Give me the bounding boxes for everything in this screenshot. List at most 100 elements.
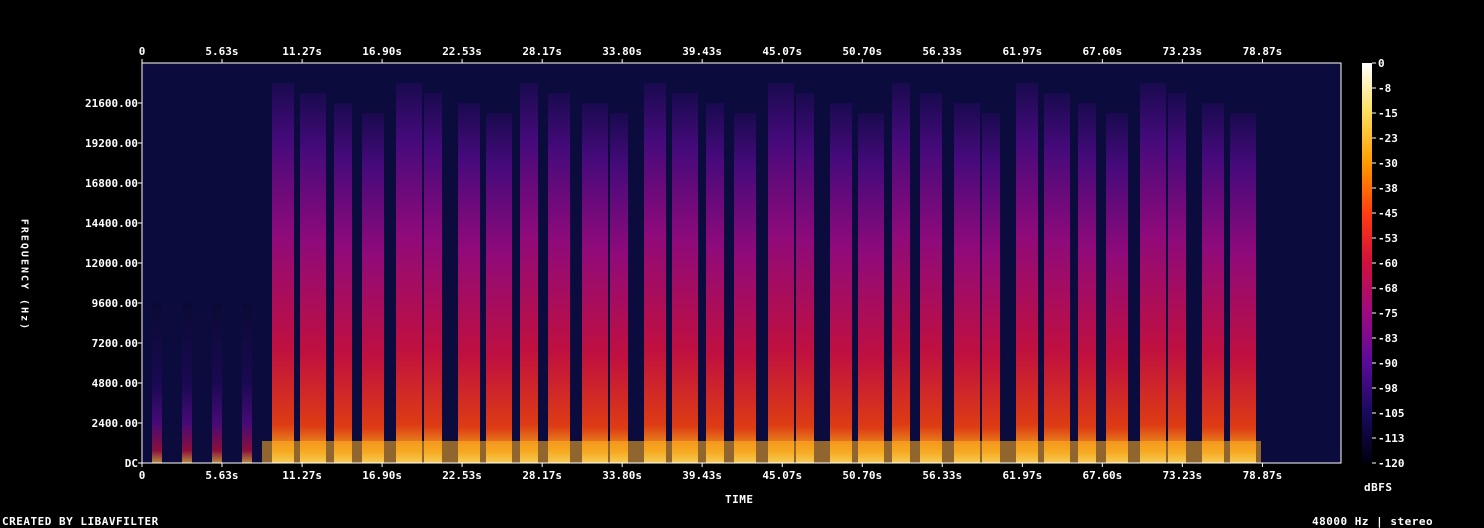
colorbar-tick-label: -23 xyxy=(1378,132,1398,145)
heat-band xyxy=(152,303,162,463)
y-axis-label: FREQUENCY (Hz) xyxy=(18,218,30,332)
heat-band xyxy=(424,93,442,463)
heat-band xyxy=(242,303,252,463)
y-tick-label: 7200.00 xyxy=(92,337,138,350)
x-tick-label-bottom: 0 xyxy=(139,469,146,482)
footer-sample-rate: 48000 Hz | stereo xyxy=(1312,515,1434,528)
heat-band xyxy=(1078,103,1096,463)
heat-band xyxy=(182,303,192,463)
x-tick-label-top: 56.33s xyxy=(922,45,962,58)
heat-band xyxy=(892,83,910,463)
y-tick-label: DC xyxy=(125,457,138,470)
x-tick-label-top: 22.53s xyxy=(442,45,482,58)
x-tick-label-top: 50.70s xyxy=(842,45,882,58)
heat-band xyxy=(520,83,538,463)
colorbar-tick-label: -45 xyxy=(1378,207,1398,220)
x-axis-label: TIME xyxy=(725,493,754,506)
low-frequency-band xyxy=(262,441,1261,463)
y-tick-label: 12000.00 xyxy=(85,257,138,270)
x-ticks-bottom: 0 5.63s 11.27s 16.90s 22.53s 28.17s 33.80s 39.4… xyxy=(139,463,1282,482)
heat-band xyxy=(334,103,352,463)
x-tick-label-bottom: 45.07s xyxy=(762,469,802,482)
x-tick-label-top: 28.17s xyxy=(522,45,562,58)
x-tick-label-top: 67.60s xyxy=(1082,45,1122,58)
heat-band xyxy=(582,103,608,463)
heat-band xyxy=(1202,103,1224,463)
colorbar-tick-label: -68 xyxy=(1378,282,1398,295)
heat-band xyxy=(796,93,814,463)
colorbar-ticks: 0 -8 -15 -23 -30 -38 -45 -53 -60 -68 -75 -83 -90 -98 -… xyxy=(1372,57,1405,470)
y-ticks: DC 2400.00 4800.00 7200.00 9600.00 12000.00 14… xyxy=(85,97,142,470)
heat-band xyxy=(1016,83,1038,463)
x-tick-label-bottom: 28.17s xyxy=(522,469,562,482)
heat-band xyxy=(858,113,884,463)
colorbar-tick-label: -105 xyxy=(1378,407,1405,420)
x-tick-label-bottom: 61.97s xyxy=(1002,469,1042,482)
colorbar-tick-label: -75 xyxy=(1378,307,1398,320)
colorbar-unit-label: dBFS xyxy=(1364,481,1393,494)
heat-band xyxy=(706,103,724,463)
x-tick-label-bottom: 11.27s xyxy=(282,469,322,482)
heat-band xyxy=(300,93,326,463)
heat-band xyxy=(396,83,422,463)
heat-band xyxy=(768,83,794,463)
heat-band xyxy=(982,113,1000,463)
heat-band xyxy=(362,113,384,463)
y-tick-label: 2400.00 xyxy=(92,417,138,430)
colorbar-tick-label: -60 xyxy=(1378,257,1398,270)
x-tick-label-top: 45.07s xyxy=(762,45,802,58)
colorbar-tick-label: -53 xyxy=(1378,232,1398,245)
footer-credit: CREATED BY LIBAVFILTER xyxy=(2,515,159,528)
heat-band xyxy=(1168,93,1186,463)
x-tick-label-bottom: 39.43s xyxy=(682,469,722,482)
heat-band xyxy=(734,113,756,463)
colorbar xyxy=(1362,63,1372,463)
heat-band xyxy=(1140,83,1166,463)
heat-band xyxy=(1044,93,1070,463)
colorbar-tick-label: -90 xyxy=(1378,357,1398,370)
x-tick-label-bottom: 33.80s xyxy=(602,469,642,482)
colorbar-tick-label: -113 xyxy=(1378,432,1405,445)
spectrogram-chart: 0 5.63s 11.27s 16.90s 22.53s 28.17s 33.80s 39.4… xyxy=(85,45,1405,482)
colorbar-tick-label: -120 xyxy=(1378,457,1405,470)
heat-band xyxy=(548,93,570,463)
colorbar-tick-label: -83 xyxy=(1378,332,1398,345)
x-tick-label-top: 0 xyxy=(139,45,146,58)
spectrogram-heat xyxy=(152,83,1261,463)
heat-band xyxy=(610,113,628,463)
x-tick-label-top: 61.97s xyxy=(1002,45,1042,58)
colorbar-tick-label: -98 xyxy=(1378,382,1398,395)
colorbar-tick-label: -15 xyxy=(1378,107,1398,120)
heat-band xyxy=(212,303,222,463)
heat-band xyxy=(672,93,698,463)
x-tick-label-bottom: 16.90s xyxy=(362,469,402,482)
x-tick-label-bottom: 22.53s xyxy=(442,469,482,482)
x-tick-label-top: 39.43s xyxy=(682,45,722,58)
heat-band xyxy=(272,83,294,463)
x-tick-label-bottom: 67.60s xyxy=(1082,469,1122,482)
heat-band xyxy=(458,103,480,463)
x-tick-label-top: 5.63s xyxy=(205,45,238,58)
x-tick-label-bottom: 56.33s xyxy=(922,469,962,482)
heat-band xyxy=(486,113,512,463)
colorbar-tick-label: -8 xyxy=(1378,82,1391,95)
x-tick-label-bottom: 73.23s xyxy=(1162,469,1202,482)
x-tick-label-top: 16.90s xyxy=(362,45,402,58)
y-tick-label: 14400.00 xyxy=(85,217,138,230)
x-tick-label-top: 73.23s xyxy=(1162,45,1202,58)
heat-band xyxy=(1106,113,1128,463)
colorbar-tick-label: 0 xyxy=(1378,57,1385,70)
heat-band xyxy=(954,103,980,463)
x-tick-label-bottom: 50.70s xyxy=(842,469,882,482)
y-tick-label: 9600.00 xyxy=(92,297,138,310)
colorbar-tick-label: -38 xyxy=(1378,182,1398,195)
heat-band xyxy=(644,83,666,463)
y-tick-label: 4800.00 xyxy=(92,377,138,390)
x-tick-label-bottom: 5.63s xyxy=(205,469,238,482)
y-tick-label: 21600.00 xyxy=(85,97,138,110)
x-tick-label-top: 11.27s xyxy=(282,45,322,58)
y-tick-label: 16800.00 xyxy=(85,177,138,190)
heat-band xyxy=(830,103,852,463)
heat-band xyxy=(920,93,942,463)
colorbar-tick-label: -30 xyxy=(1378,157,1398,170)
